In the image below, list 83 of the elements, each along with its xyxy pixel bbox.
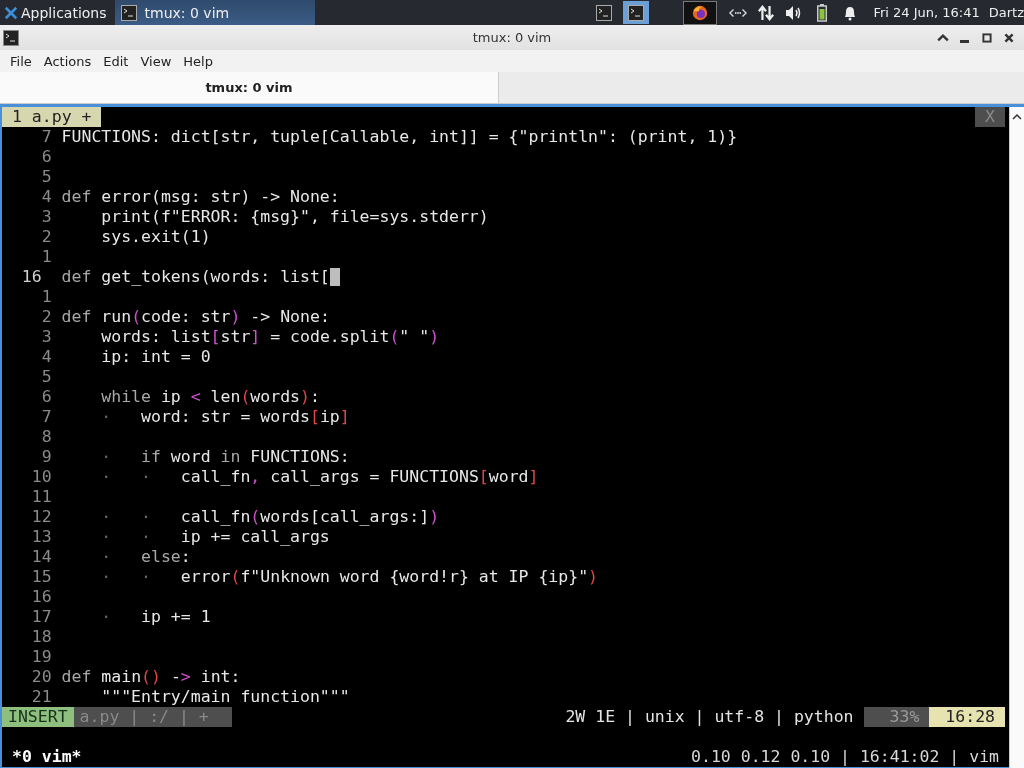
line-number: 11 (30, 487, 52, 507)
line-number: 19 (30, 647, 52, 667)
menu-item[interactable]: Actions (37, 50, 98, 72)
line-number: 1 (40, 247, 52, 267)
line-number: 4 (40, 187, 52, 207)
code-line: def main() -> int: (61, 667, 241, 687)
scroll-percent: 33% (863, 707, 930, 727)
line-number: 5 (40, 367, 52, 387)
code-line: · if word in FUNCTIONS: (100, 447, 350, 467)
line-number: 1 (40, 287, 52, 307)
browser-icon (691, 3, 710, 22)
browser-launcher[interactable] (683, 0, 718, 25)
scrollbar[interactable] (1009, 107, 1024, 768)
line-number: 7 (40, 407, 52, 427)
app-menu-icon (4, 5, 18, 20)
line-number: 9 (40, 447, 52, 467)
line-number: 10 (30, 467, 52, 487)
line-number: 20 (30, 667, 52, 687)
code-line: · · call_fn, call_args = FUNCTIONS[word] (100, 467, 539, 487)
user-name[interactable]: Dartz (988, 5, 1024, 20)
mode-indicator: INSERT (2, 707, 74, 727)
line-number: 3 (40, 207, 52, 227)
code-line: ip: int = 0 (100, 347, 211, 367)
tmux-window[interactable]: *0 vim* (2, 747, 82, 767)
menu-item[interactable]: Edit (97, 50, 135, 72)
menu-item[interactable]: View (134, 50, 178, 72)
code-line: · ip += 1 (100, 607, 211, 627)
workspace-button[interactable] (623, 1, 650, 24)
line-number: 16 (20, 267, 43, 287)
line-number: 18 (30, 627, 52, 647)
buffer-tab[interactable]: 1 a.py + (2, 107, 102, 127)
line-number: 4 (40, 347, 52, 367)
code-line: · · ip += call_args (100, 527, 330, 547)
tmux-status: 0.10 0.12 0.10 | 16:41:02 | vim (691, 747, 1000, 767)
code-line: · else: (100, 547, 191, 567)
terminal-icon (628, 4, 645, 21)
applications-menu[interactable]: Applications (0, 0, 111, 25)
file-status: a.py | :/ | + (73, 707, 232, 727)
code-line: def error(msg: str) -> None: (61, 187, 340, 207)
code-line: · · call_fn(words[call_args:]) (100, 507, 440, 527)
line-number: 14 (30, 547, 52, 567)
code-line: def get_tokens(words: list[ (61, 267, 330, 287)
line-number: 21 (30, 687, 52, 707)
terminal-icon (3, 29, 19, 46)
code-line: FUNCTIONS: dict[str, tuple[Callable, int]] = {"println": (print, 1)} (61, 127, 738, 147)
transfer-arrows-icon[interactable] (757, 4, 776, 21)
taskbar-button[interactable]: tmux: 0 vim (114, 0, 315, 25)
line-number: 12 (30, 507, 52, 527)
code-line: print(f"ERROR: {msg}", file=sys.stderr) (100, 207, 489, 227)
minimize-icon (960, 39, 969, 43)
line-number: 6 (40, 147, 52, 167)
maximize-icon (981, 31, 993, 44)
line-number: 13 (30, 527, 52, 547)
code-line: sys.exit(1) (100, 227, 211, 247)
line-number: 8 (40, 427, 52, 447)
code-line: """Entry/main function""" (100, 687, 350, 707)
clock[interactable]: Fri 24 Jun, 16:41 (873, 5, 980, 20)
terminal-icon (120, 4, 137, 21)
code-line: while ip < len(words): (100, 387, 320, 407)
file-info: 2W 1E | unix | utf-8 | python (564, 707, 855, 727)
line-number: 15 (30, 567, 52, 587)
line-number: 3 (40, 327, 52, 347)
menu-item[interactable]: Help (177, 50, 219, 72)
terminal-tab[interactable]: tmux: 0 vim (0, 72, 499, 103)
line-number: 5 (40, 167, 52, 187)
line-number: 2 (40, 227, 52, 247)
line-number: 17 (30, 607, 52, 627)
line-number: 2 (40, 307, 52, 327)
line-number: 16 (30, 587, 52, 607)
window-title: tmux: 0 vim (472, 30, 552, 45)
line-number: 6 (40, 387, 52, 407)
scroll-up-icon (1012, 113, 1022, 121)
code-line: def run(code: str) -> None: (61, 307, 330, 327)
caret-up-icon (937, 31, 949, 44)
code-line: · word: str = words[ip] (100, 407, 350, 427)
close-icon (1003, 31, 1015, 44)
code-line: · · error(f"Unknown word {word!r} at IP {ip}") (100, 567, 599, 587)
menu-item[interactable]: File (4, 50, 38, 72)
battery-icon[interactable] (817, 3, 828, 22)
terminal-icon (596, 4, 613, 21)
code-line: words: list[str] = code.split(" ") (100, 327, 440, 347)
cursor-position: 16:28 (929, 707, 1005, 727)
line-number: 7 (40, 127, 52, 147)
